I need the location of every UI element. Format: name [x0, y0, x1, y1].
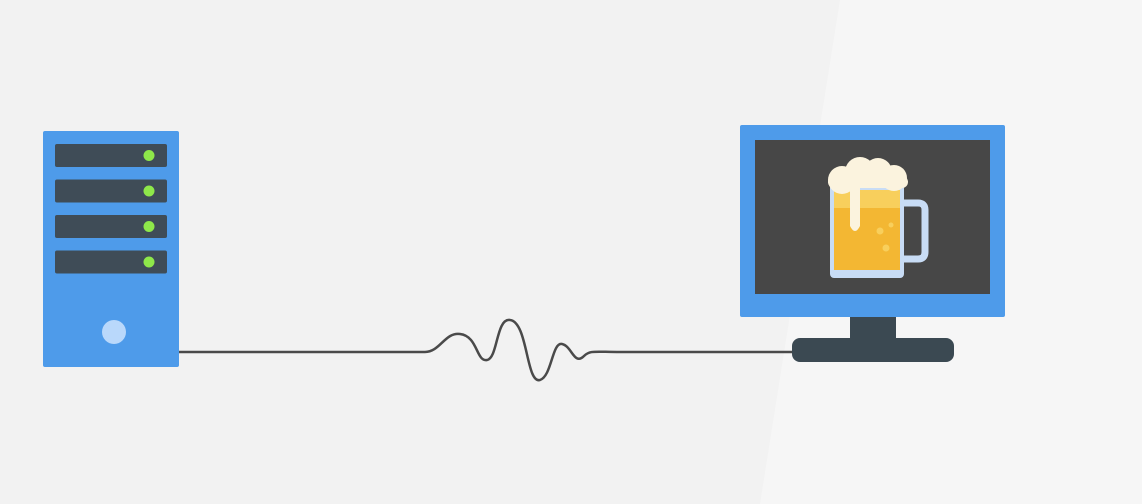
- server-tower-icon: [43, 131, 179, 367]
- diagram-canvas: [0, 0, 1142, 504]
- foam-drip: [850, 186, 860, 231]
- status-led-icon: [143, 150, 155, 161]
- bubble: [876, 227, 884, 235]
- connection-cable: [176, 318, 802, 382]
- status-led-icon: [143, 256, 155, 268]
- bubble: [888, 222, 894, 228]
- monitor-base: [792, 338, 954, 362]
- diagram-scene: [43, 0, 1142, 504]
- power-button-icon: [102, 320, 126, 344]
- status-led-icon: [143, 185, 155, 197]
- bubble: [882, 244, 890, 252]
- monitor-neck: [850, 317, 896, 339]
- status-led-icon: [143, 221, 155, 232]
